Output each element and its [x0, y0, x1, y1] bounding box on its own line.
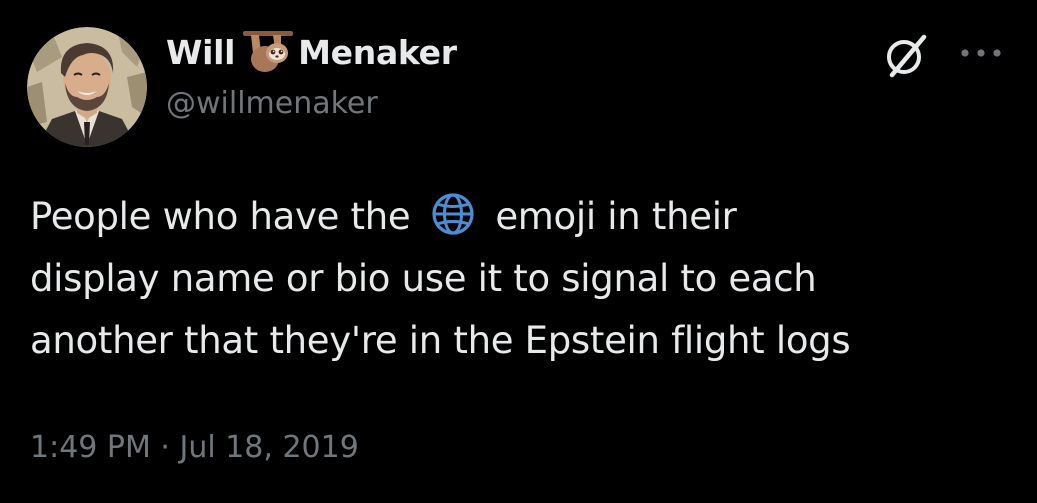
- avatar[interactable]: [27, 27, 147, 147]
- tweet-text-line-1: People who have the emoji in their: [30, 186, 1020, 248]
- display-name-last: Menaker: [298, 32, 457, 72]
- grok-icon[interactable]: [880, 29, 932, 81]
- globe-icon: [424, 191, 482, 237]
- tweet-text-line-3: another that they're in the Epstein flig…: [30, 319, 851, 362]
- user-handle[interactable]: @willmenaker: [166, 86, 378, 121]
- avatar-image: [27, 27, 147, 147]
- display-name-first: Will: [166, 32, 236, 72]
- tweet-text-line-2: display name or bio use it to signal to …: [30, 257, 817, 300]
- tweet-text-segment: People who have the: [30, 195, 411, 238]
- display-name[interactable]: Will Menaker: [166, 27, 457, 77]
- sloth-icon: [243, 29, 294, 75]
- more-icon[interactable]: [958, 42, 1004, 64]
- tweet-card: Will Menaker @willmenaker People who hav…: [0, 0, 1037, 503]
- tweet-text: People who have the emoji in their displ…: [30, 186, 1020, 372]
- tweet-text-segment: emoji in their: [495, 195, 737, 238]
- tweet-timestamp[interactable]: 1:49 PM · Jul 18, 2019: [30, 430, 359, 465]
